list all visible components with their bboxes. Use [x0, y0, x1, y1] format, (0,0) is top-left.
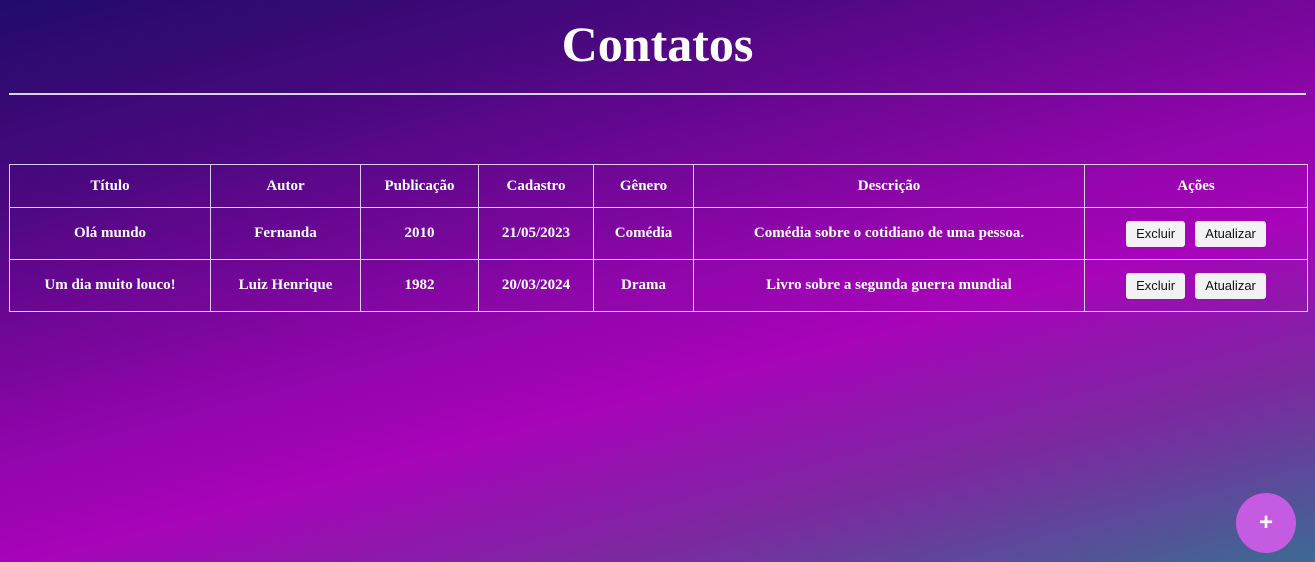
cell-descricao: Livro sobre a segunda guerra mundial	[693, 259, 1085, 312]
cell-publicacao: 1982	[360, 259, 479, 312]
update-button[interactable]: Atualizar	[1195, 220, 1266, 247]
header-cadastro: Cadastro	[478, 164, 594, 208]
table-row: Um dia muito louco! Luiz Henrique 1982 2…	[9, 259, 1308, 312]
delete-button[interactable]: Excluir	[1126, 220, 1186, 247]
table-header-row: Título Autor Publicação Cadastro Gênero …	[9, 164, 1308, 208]
title-divider	[9, 93, 1306, 95]
cell-acoes: Excluir Atualizar	[1084, 207, 1308, 260]
delete-button[interactable]: Excluir	[1126, 272, 1186, 299]
page-title: Contatos	[561, 16, 754, 72]
cell-descricao: Comédia sobre o cotidiano de uma pessoa.	[693, 207, 1085, 260]
header-titulo: Título	[9, 164, 211, 208]
books-table: Título Autor Publicação Cadastro Gênero …	[9, 164, 1308, 312]
header-publicacao: Publicação	[360, 164, 479, 208]
cell-autor: Luiz Henrique	[210, 259, 361, 312]
cell-cadastro: 20/03/2024	[478, 259, 594, 312]
header-autor: Autor	[210, 164, 361, 208]
cell-genero: Drama	[593, 259, 694, 312]
cell-titulo: Um dia muito louco!	[9, 259, 211, 312]
table-row: Olá mundo Fernanda 2010 21/05/2023 Coméd…	[9, 207, 1308, 260]
header-descricao: Descrição	[693, 164, 1085, 208]
cell-acoes: Excluir Atualizar	[1084, 259, 1308, 312]
cell-autor: Fernanda	[210, 207, 361, 260]
header-acoes: Ações	[1084, 164, 1308, 208]
header-genero: Gênero	[593, 164, 694, 208]
update-button[interactable]: Atualizar	[1195, 272, 1266, 299]
cell-publicacao: 2010	[360, 207, 479, 260]
plus-icon: +	[1258, 509, 1273, 536]
add-book-button[interactable]: +	[1236, 493, 1296, 553]
cell-titulo: Olá mundo	[9, 207, 211, 260]
cell-cadastro: 21/05/2023	[478, 207, 594, 260]
cell-genero: Comédia	[593, 207, 694, 260]
